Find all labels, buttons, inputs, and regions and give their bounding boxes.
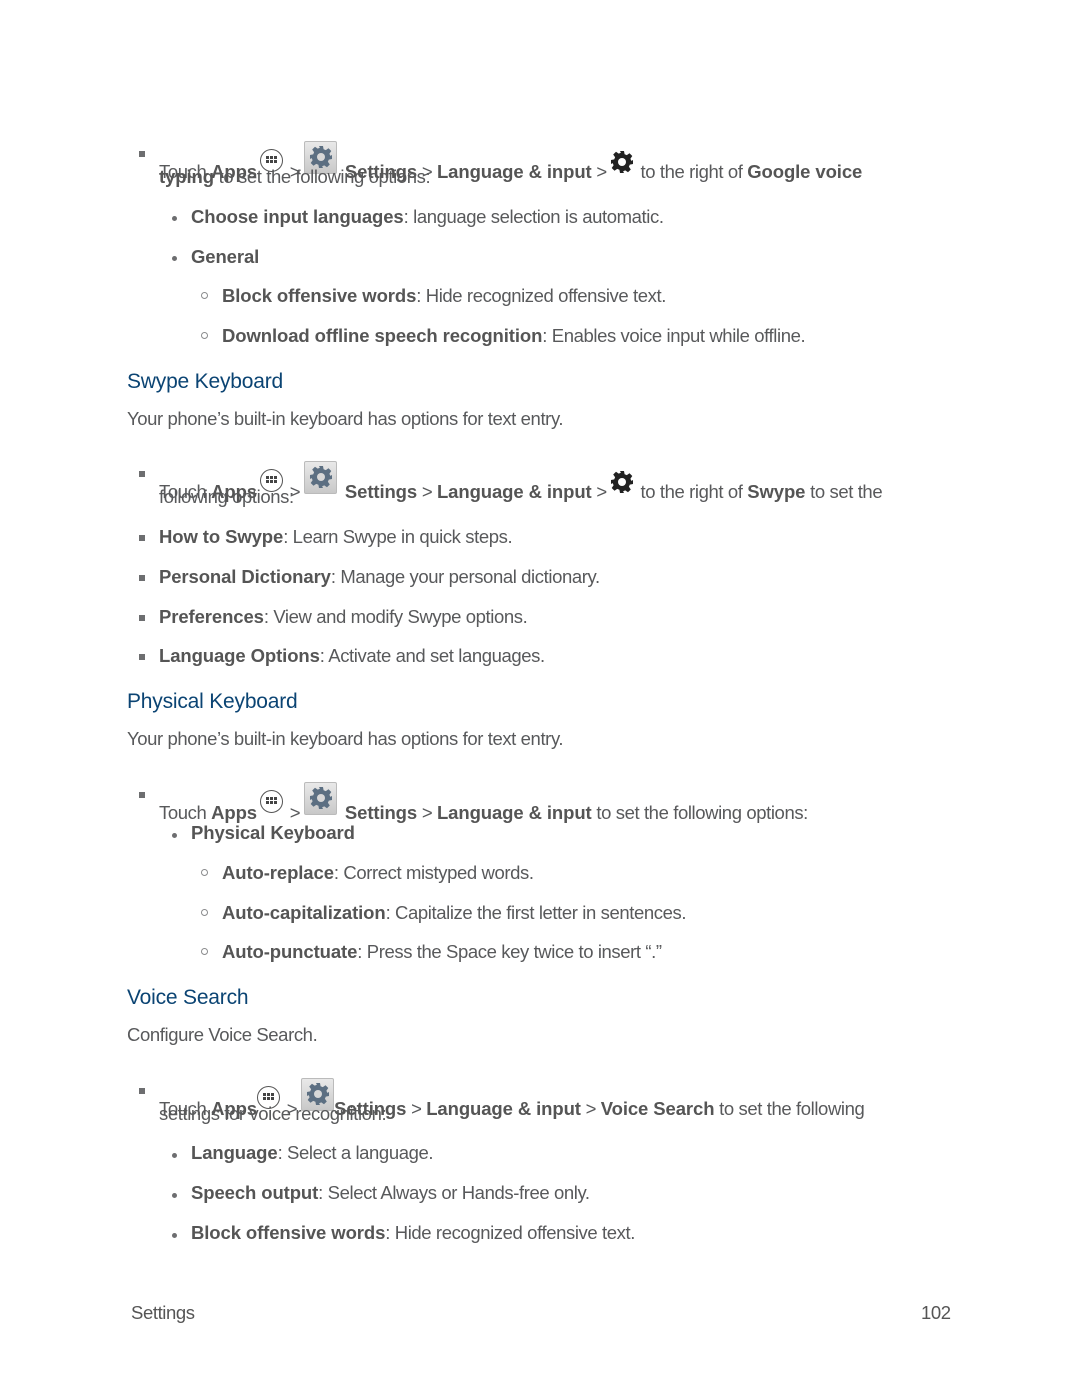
square-bullet — [139, 151, 145, 157]
circle-bullet — [201, 869, 208, 876]
circle-bullet — [201, 332, 208, 339]
intro-text: Your phone’s built-in keyboard has optio… — [127, 728, 564, 749]
step-swype-cont: following options: — [159, 486, 294, 507]
circle-bullet — [201, 948, 208, 955]
square-bullet — [139, 471, 145, 477]
heading-swype-keyboard: Swype Keyboard — [127, 370, 283, 393]
sub-list-item: Auto-punctuate: Press the Space key twic… — [222, 941, 662, 962]
circle-bullet — [201, 292, 208, 299]
dot-bullet — [172, 216, 177, 221]
list-item: Speech output: Select Always or Hands-fr… — [191, 1182, 590, 1203]
list-item: Language Options: Activate and set langu… — [159, 645, 545, 666]
list-item: Personal Dictionary: Manage your persona… — [159, 566, 600, 587]
list-item: Physical Keyboard — [191, 822, 355, 843]
square-bullet — [139, 575, 145, 581]
square-bullet — [139, 1088, 145, 1094]
settings-app-icon — [304, 461, 338, 494]
square-bullet — [139, 615, 145, 621]
heading-voice-search: Voice Search — [127, 986, 249, 1009]
gear-icon — [610, 470, 634, 499]
dot-bullet — [172, 1153, 177, 1158]
list-item: Block offensive words: Hide recognized o… — [191, 1222, 635, 1243]
settings-app-icon — [304, 782, 338, 815]
apps-icon — [259, 790, 283, 813]
footer-section-name: Settings — [131, 1302, 195, 1323]
gear-icon — [610, 150, 634, 179]
square-bullet — [139, 654, 145, 660]
circle-bullet — [201, 909, 208, 916]
intro-text: Configure Voice Search. — [127, 1024, 318, 1045]
dot-bullet — [172, 833, 177, 838]
list-item: How to Swype: Learn Swype in quick steps… — [159, 526, 513, 547]
sub-list-item: Download offline speech recognition: Ena… — [222, 325, 806, 346]
sub-list-item: Auto-capitalization: Capitalize the firs… — [222, 902, 687, 923]
heading-physical-keyboard: Physical Keyboard — [127, 690, 298, 713]
square-bullet — [139, 535, 145, 541]
step-google-voice-cont: typing to set the following options: — [159, 166, 431, 187]
list-item: Choose input languages: language selecti… — [191, 206, 664, 227]
step-voice-search-cont: settings for voice recognition: — [159, 1103, 387, 1124]
dot-bullet — [172, 256, 177, 261]
dot-bullet — [172, 1193, 177, 1198]
manual-page: Touch Apps > Settings > Language & input… — [0, 0, 1080, 1397]
footer-page-number: 102 — [921, 1302, 951, 1323]
square-bullet — [139, 792, 145, 798]
list-item: General — [191, 246, 260, 267]
intro-text: Your phone’s built-in keyboard has optio… — [127, 408, 564, 429]
sub-list-item: Block offensive words: Hide recognized o… — [222, 285, 666, 306]
list-item: Preferences: View and modify Swype optio… — [159, 606, 528, 627]
list-item: Language: Select a language. — [191, 1142, 434, 1163]
sub-list-item: Auto-replace: Correct mistyped words. — [222, 862, 534, 883]
step-physical: Touch Apps > Settings > Language & input… — [159, 782, 808, 824]
dot-bullet — [172, 1233, 177, 1238]
